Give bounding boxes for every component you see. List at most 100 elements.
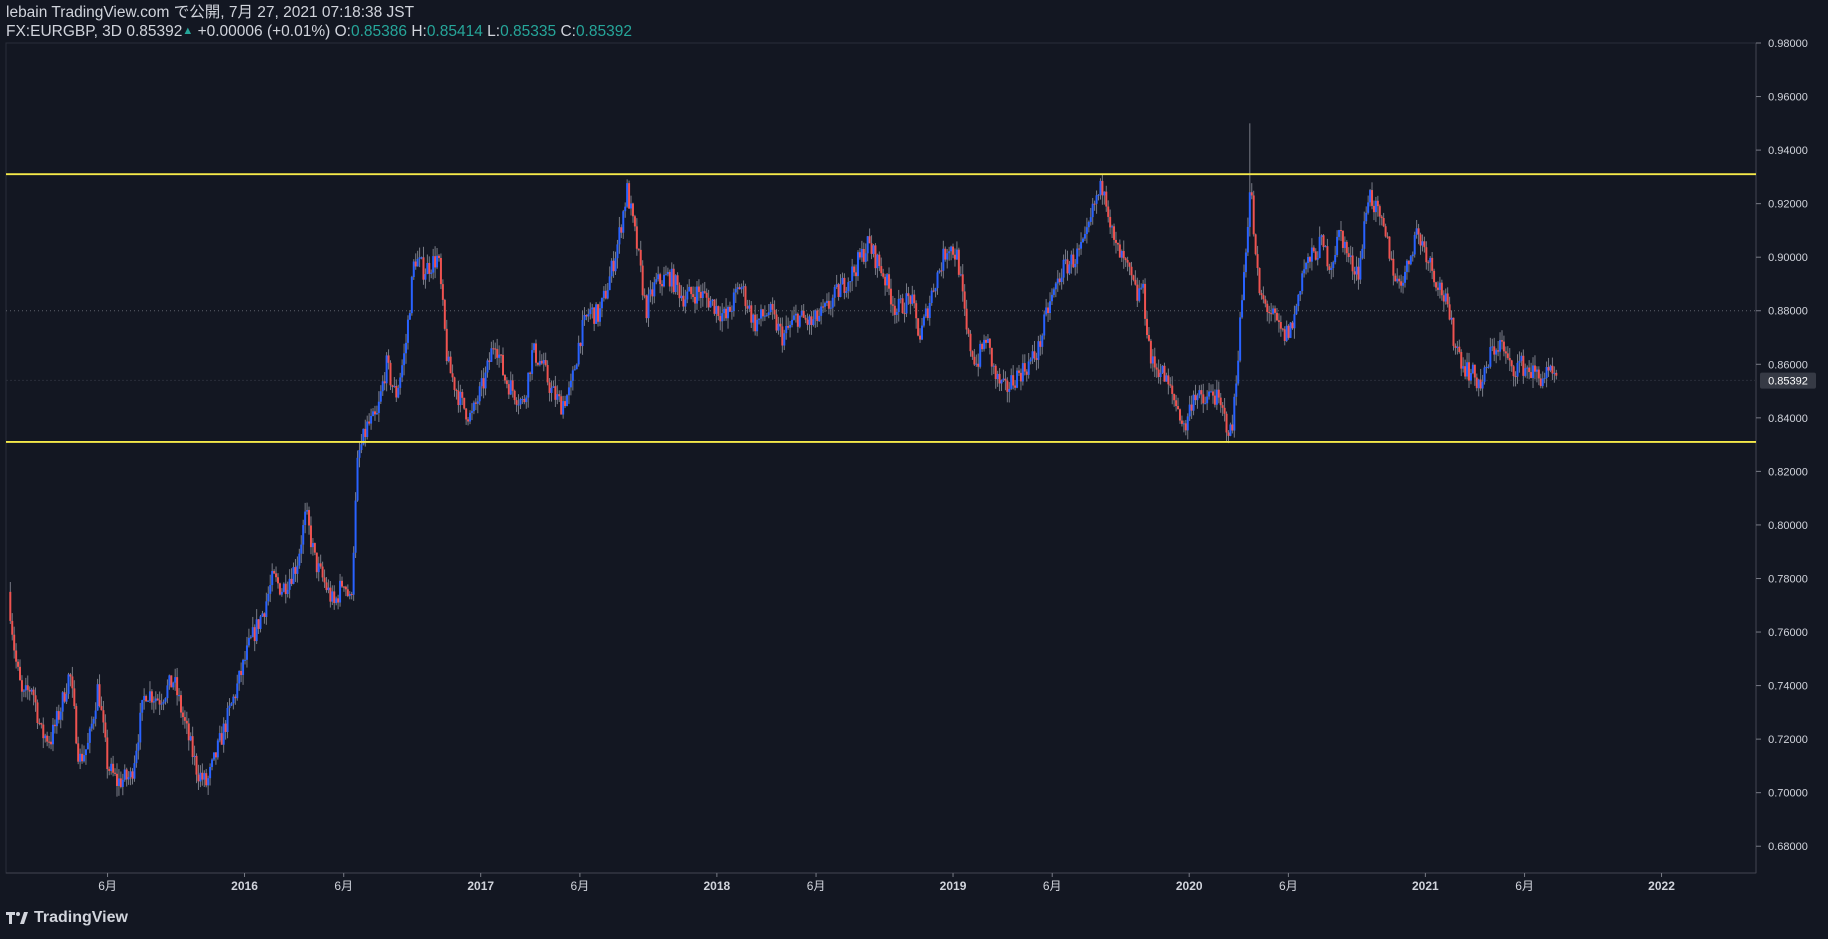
candle-up [379, 391, 382, 402]
candle-up [911, 294, 914, 304]
candle-up [664, 274, 667, 276]
candle-up [1068, 264, 1071, 274]
candle-up [410, 277, 413, 314]
candle-down [1551, 365, 1554, 374]
candle-down [913, 294, 916, 304]
candle-down [309, 525, 312, 548]
price-axis[interactable]: 0.68000 0.70000 0.72000 0.74000 0.76000 0.780… [1756, 38, 1808, 853]
candle-down [507, 384, 510, 395]
candle-down [1510, 360, 1513, 367]
candle-down [971, 351, 974, 357]
candle-down [214, 752, 217, 758]
candle-up [905, 293, 908, 314]
candle-up [752, 314, 755, 323]
candle-up [1338, 230, 1341, 237]
candle-down [1500, 340, 1503, 342]
candle-down [1382, 218, 1385, 227]
candle-up [996, 373, 999, 380]
candle-down [1109, 216, 1112, 228]
candle-down [1093, 203, 1096, 205]
plot-frame [5, 42, 1757, 874]
candle-up [1008, 388, 1011, 392]
candle-down [364, 428, 367, 437]
candle-down [612, 260, 615, 272]
candle-up [269, 585, 272, 594]
candle-down [717, 306, 720, 317]
candle-up [992, 365, 995, 367]
candle-up [472, 402, 475, 412]
candle-down [1066, 259, 1069, 274]
candle-down [496, 349, 499, 358]
candle-up [542, 359, 545, 364]
candle-up [657, 274, 660, 280]
tradingview-footer[interactable]: TradingView [6, 909, 128, 927]
candle-up [1062, 259, 1065, 278]
candle-down [926, 308, 929, 319]
candle-down [38, 722, 41, 724]
candle-up [168, 675, 171, 686]
candle-down [40, 723, 43, 725]
candle-down [57, 711, 60, 720]
candle-down [965, 308, 968, 330]
candle-down [985, 339, 988, 343]
candle-up [83, 755, 86, 762]
candle-up [1206, 396, 1209, 404]
candle-up [1303, 269, 1306, 274]
candle-up [354, 500, 357, 553]
candle-down [461, 391, 464, 398]
candle-up [236, 683, 239, 699]
candle-down [1376, 200, 1379, 207]
candle-down [1130, 266, 1133, 276]
candle-up [562, 401, 565, 415]
time-tick-label: 6月 [1043, 879, 1062, 893]
time-tick-label: 2017 [467, 879, 494, 893]
candle-down [1116, 242, 1119, 245]
candle-up [1076, 248, 1079, 264]
candle-down [659, 274, 662, 285]
candle-down [325, 582, 328, 591]
candle-up [1241, 300, 1244, 318]
price-chart[interactable]: 0.68000 0.70000 0.72000 0.74000 0.76000 0.780… [0, 0, 1828, 939]
candle-down [383, 381, 386, 384]
candle-up [280, 591, 283, 595]
candle-up [831, 297, 834, 308]
candle-down [1512, 366, 1515, 377]
candle-down [953, 254, 956, 260]
time-tick-label: 6月 [98, 879, 117, 893]
candle-down [703, 291, 706, 293]
candle-up [1050, 294, 1053, 302]
candle-down [323, 577, 326, 583]
candle-up [674, 275, 677, 293]
candle-up [1272, 308, 1275, 314]
candle-up [1332, 262, 1335, 269]
candle-up [758, 318, 761, 320]
candle-up [655, 279, 658, 283]
candle-up [928, 302, 931, 319]
candle-down [1058, 278, 1061, 283]
candle-down [678, 284, 681, 299]
candle-down [1153, 356, 1156, 368]
candle-down [1149, 340, 1152, 364]
candle-down [1390, 258, 1393, 260]
candle-up [230, 703, 233, 706]
candle-up [942, 248, 945, 271]
candle-down [1184, 423, 1187, 431]
candle-down [1347, 253, 1350, 257]
candle-up [525, 397, 528, 403]
candle-up [1481, 381, 1484, 389]
candle-down [36, 702, 39, 723]
candle-up [1409, 256, 1412, 265]
candle-up [577, 342, 580, 365]
candle-down [1468, 362, 1471, 381]
candle-up [1229, 424, 1232, 436]
candle-up [1285, 325, 1288, 341]
candle-down [1417, 228, 1420, 235]
candle-up [1477, 379, 1480, 389]
candle-down [34, 695, 37, 703]
candle-down [990, 347, 993, 367]
candle-up [356, 457, 359, 501]
candle-up [218, 733, 221, 741]
candle-down [181, 712, 184, 718]
time-axis[interactable]: 6月 2016 6月 2017 6月 2018 6月 2019 6月 2020 6月 2021 6月 20… [98, 873, 1675, 893]
candle-up [222, 723, 225, 745]
